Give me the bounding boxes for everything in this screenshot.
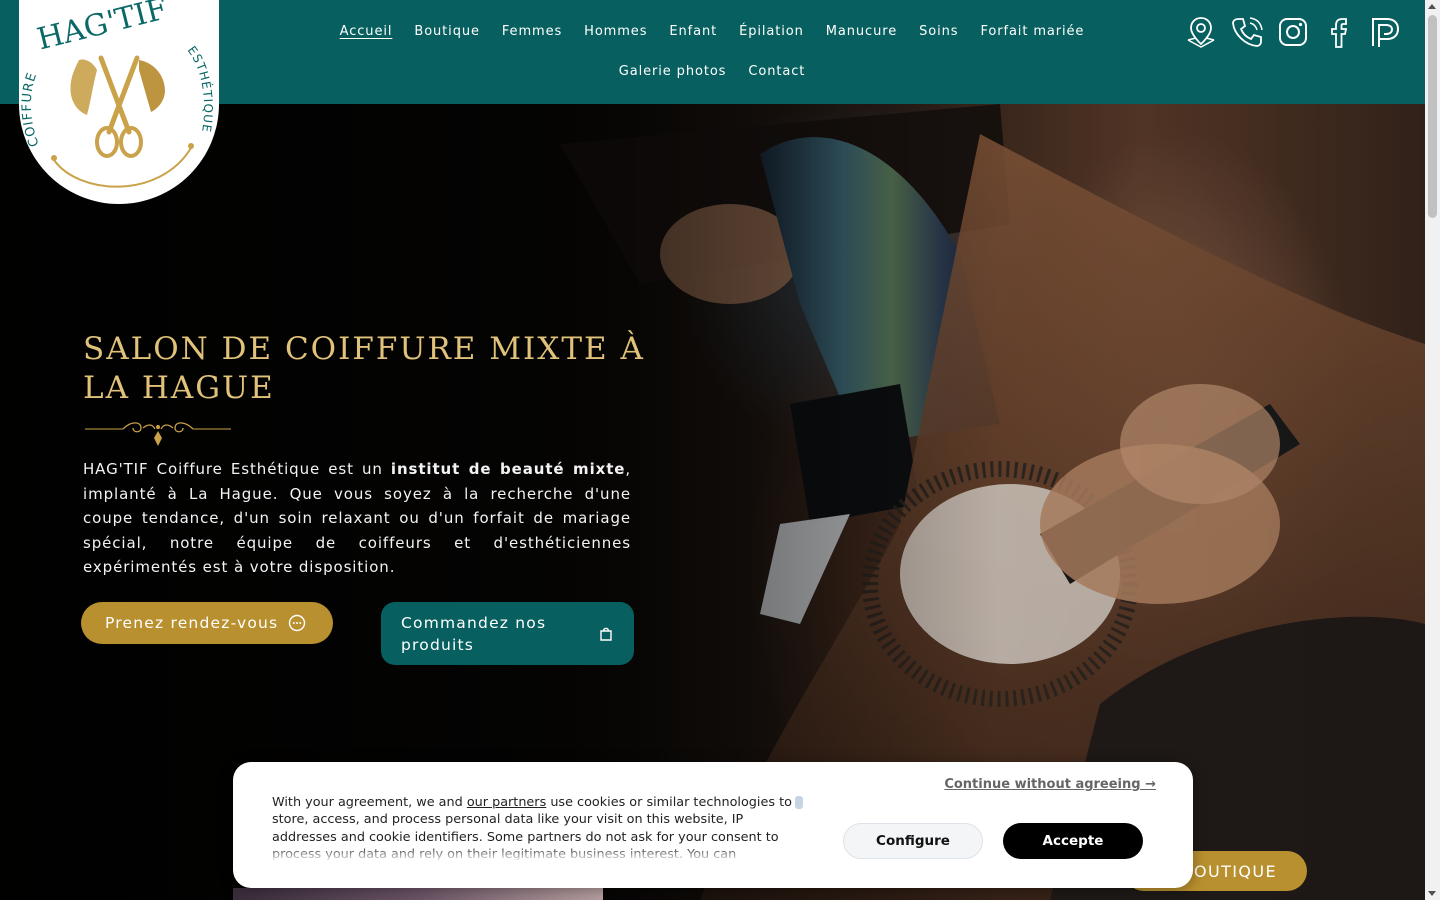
cookie-message-fade (272, 846, 794, 862)
nav-item-forfait-mariee[interactable]: Forfait mariée (969, 18, 1095, 45)
nav-item-soins[interactable]: Soins (908, 18, 969, 45)
nav-item-epilation[interactable]: Épilation (728, 18, 815, 45)
phone-icon[interactable] (1229, 14, 1265, 50)
social-icons (1183, 14, 1403, 50)
hero-description: HAG'TIF Coiffure Esthétique est un insti… (83, 457, 631, 580)
logo-left-text: COIFFURE (20, 70, 42, 148)
pinterest-icon[interactable] (1367, 14, 1403, 50)
scrollbar-thumb[interactable] (1428, 15, 1437, 218)
main-navigation: Accueil Boutique Femmes Hommes Enfant Ép… (280, 18, 1144, 85)
facebook-icon[interactable] (1321, 14, 1357, 50)
appointment-button-label: Prenez rendez-vous (105, 614, 279, 632)
configure-button[interactable]: Configure (843, 823, 983, 859)
order-products-button[interactable]: Commandez nos produits (381, 602, 634, 665)
chat-icon (289, 614, 306, 632)
scroll-up-arrow[interactable] (1428, 4, 1436, 9)
cookie-message-scrollbar[interactable] (795, 796, 803, 809)
site-logo[interactable]: HAG'TIF COIFFURE ESTHÉTIQUE (19, 0, 219, 204)
hero-text-bold: institut de beauté mixte (390, 460, 626, 478)
nav-item-contact[interactable]: Contact (737, 58, 816, 85)
nav-item-manucure[interactable]: Manucure (815, 18, 908, 45)
instagram-icon[interactable] (1275, 14, 1311, 50)
scroll-down-arrow[interactable] (1428, 891, 1436, 896)
section-image-preview (233, 888, 603, 900)
nav-item-boutique[interactable]: Boutique (403, 18, 491, 45)
nav-item-enfant[interactable]: Enfant (658, 18, 728, 45)
nav-item-femmes[interactable]: Femmes (491, 18, 573, 45)
cookie-consent-banner: Continue without agreeing → With your ag… (233, 762, 1193, 888)
order-products-button-label: Commandez nos produits (401, 613, 547, 654)
map-pin-icon[interactable] (1183, 14, 1219, 50)
accept-button[interactable]: Accepte (1003, 823, 1143, 859)
our-partners-link[interactable]: our partners (467, 795, 546, 810)
continue-without-agreeing-link[interactable]: Continue without agreeing → (944, 777, 1156, 792)
logo-graphic: HAG'TIF COIFFURE ESTHÉTIQUE (20, 0, 215, 188)
appointment-button[interactable]: Prenez rendez-vous (81, 602, 333, 644)
logo-right-text: ESTHÉTIQUE (185, 43, 214, 133)
shopping-bag-icon (600, 627, 612, 641)
nav-item-accueil[interactable]: Accueil (329, 18, 404, 45)
logo-brand-name: HAG'TIF (34, 0, 171, 57)
page-scrollbar[interactable] (1425, 0, 1440, 900)
nav-item-galerie-photos[interactable]: Galerie photos (608, 58, 738, 85)
svg-text:ESTHÉTIQUE: ESTHÉTIQUE (185, 43, 215, 133)
nav-item-hommes[interactable]: Hommes (573, 18, 658, 45)
hero-title: SALON DE COIFFURE MIXTE À LA HAGUE (83, 331, 645, 406)
hero-text-intro: HAG'TIF Coiffure Esthétique est un (83, 460, 391, 478)
svg-text:COIFFURE: COIFFURE (20, 70, 43, 148)
ornament-divider (85, 422, 231, 446)
cookie-text-before: With your agreement, we and (272, 795, 467, 810)
boutique-button-label: BOUTIQUE (1181, 861, 1277, 881)
